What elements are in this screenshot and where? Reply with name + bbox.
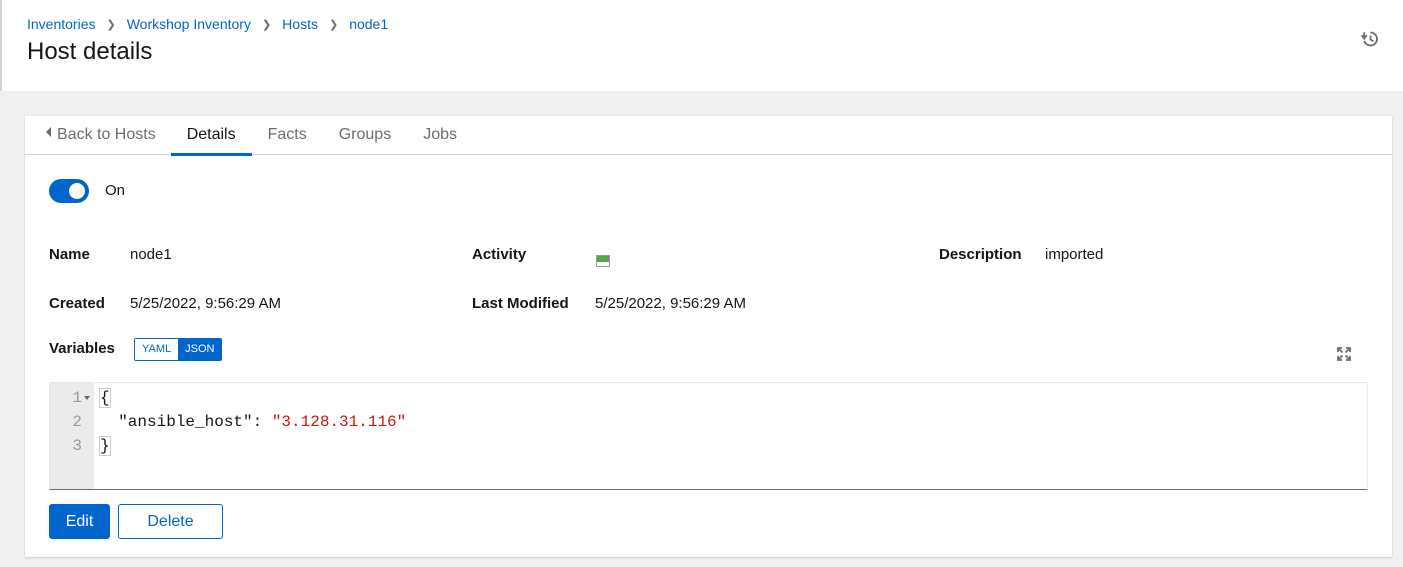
last-modified-label: Last Modified: [472, 295, 569, 312]
close-brace: }: [99, 436, 111, 456]
variables-code-editor[interactable]: 1 2 3 { "ansible_host": "3.128.31.116" }: [49, 382, 1368, 490]
code-line: }: [99, 436, 111, 456]
json-colon: :: [252, 413, 272, 431]
history-icon[interactable]: [1361, 30, 1379, 48]
breadcrumb: Inventories ❯ Workshop Inventory ❯ Hosts…: [27, 16, 388, 32]
activity-bar: [597, 256, 609, 262]
edit-button[interactable]: Edit: [49, 504, 110, 539]
variables-format-toggle: YAML JSON: [134, 338, 223, 361]
code-line: "ansible_host": "3.128.31.116": [99, 413, 406, 431]
tab-label: Groups: [338, 126, 392, 143]
chevron-right-icon: ❯: [106, 18, 116, 31]
tab-label: Details: [186, 126, 236, 143]
open-brace: {: [99, 388, 111, 408]
created-label: Created: [49, 295, 105, 312]
line-number: 1: [72, 389, 82, 407]
created-value: 5/25/2022, 9:56:29 AM: [130, 295, 281, 312]
tab-facts[interactable]: Facts: [252, 116, 323, 155]
enabled-toggle[interactable]: [49, 179, 89, 203]
json-toggle-button[interactable]: JSON: [178, 339, 222, 360]
page-header: Inventories ❯ Workshop Inventory ❯ Hosts…: [0, 0, 1403, 91]
breadcrumb-node1[interactable]: node1: [349, 16, 388, 32]
description-value: imported: [1045, 246, 1104, 263]
caret-left-icon: [46, 127, 51, 137]
code-line: {: [99, 388, 111, 408]
toggle-knob: [69, 183, 85, 199]
tab-bar: Back to Hosts Details Facts Groups Jobs: [25, 116, 1392, 156]
line-number: 3: [72, 437, 82, 455]
tab-label: Jobs: [423, 126, 457, 143]
tab-label: Back to Hosts: [57, 126, 156, 143]
page-title: Host details: [27, 38, 153, 65]
json-key: "ansible_host": [118, 413, 253, 431]
name-value: node1: [130, 246, 172, 263]
breadcrumb-workshop-inventory[interactable]: Workshop Inventory: [127, 16, 251, 32]
activity-label: Activity: [472, 246, 527, 263]
delete-button[interactable]: Delete: [118, 504, 223, 539]
chevron-right-icon: ❯: [261, 18, 272, 31]
toggle-label: On: [105, 182, 126, 199]
description-label: Description: [939, 246, 1022, 263]
yaml-toggle-button[interactable]: YAML: [135, 339, 179, 360]
json-string-value: "3.128.31.116": [271, 413, 407, 431]
line-gutter: 1 2 3: [50, 383, 94, 489]
fold-arrow-icon[interactable]: [84, 396, 90, 400]
name-label: Name: [49, 246, 90, 263]
chevron-right-icon: ❯: [328, 18, 339, 31]
last-modified-value: 5/25/2022, 9:56:29 AM: [595, 295, 746, 312]
tab-back-to-hosts[interactable]: Back to Hosts: [25, 116, 171, 155]
activity-sparkline-icon[interactable]: [596, 255, 610, 267]
variables-label: Variables: [49, 340, 115, 357]
breadcrumb-inventories[interactable]: Inventories: [27, 16, 95, 32]
tab-groups[interactable]: Groups: [323, 116, 407, 155]
tab-label: Facts: [267, 126, 307, 143]
host-details-card: Back to Hosts Details Facts Groups Jobs …: [25, 116, 1392, 557]
expand-icon[interactable]: [1337, 347, 1351, 361]
tab-jobs[interactable]: Jobs: [407, 116, 473, 155]
line-number: 2: [72, 413, 82, 431]
breadcrumb-hosts[interactable]: Hosts: [282, 16, 318, 32]
tab-details[interactable]: Details: [170, 116, 252, 156]
